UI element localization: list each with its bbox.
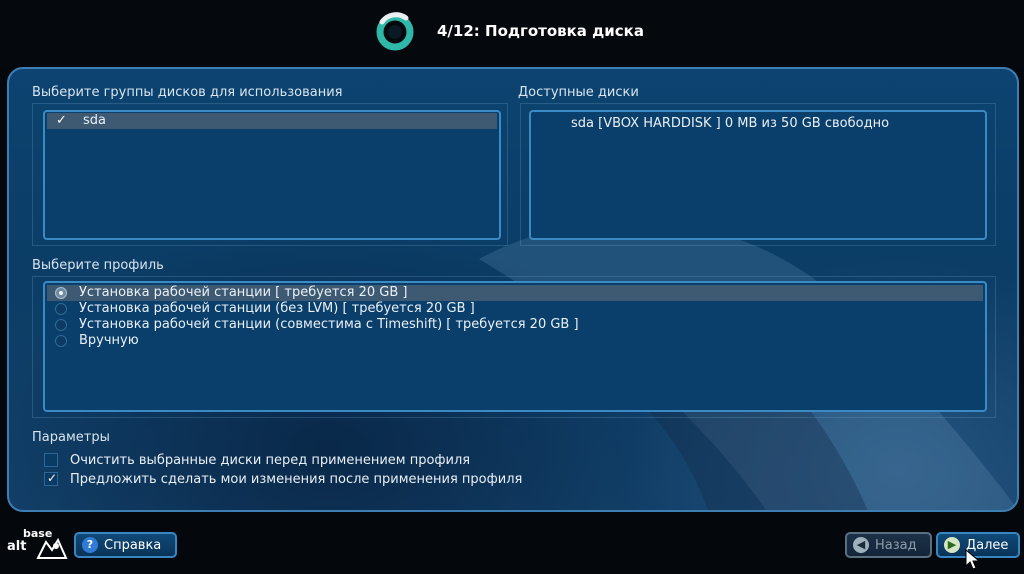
question-icon: ? bbox=[82, 537, 98, 553]
radio-icon[interactable] bbox=[55, 335, 67, 347]
disk-group-item-label: sda bbox=[83, 113, 106, 128]
checkmark-icon: ✓ bbox=[47, 471, 58, 485]
clear-disks-label: Очистить выбранные диски перед применени… bbox=[70, 453, 471, 468]
profile-list[interactable]: Установка рабочей станции [ требуется 20… bbox=[43, 281, 987, 412]
footer: base alt ? Справка ◀ Назад ▶ Далее bbox=[0, 512, 1024, 574]
suggest-changes-label: Предложить сделать мои изменения после п… bbox=[70, 472, 523, 487]
profile-option-label: Установка рабочей станции [ требуется 20… bbox=[79, 285, 408, 300]
clear-disks-option[interactable]: Очистить выбранные диски перед применени… bbox=[44, 452, 644, 470]
suggest-changes-checkbox[interactable]: ✓ bbox=[44, 471, 58, 486]
disk-groups-label: Выберите группы дисков для использования bbox=[32, 85, 343, 100]
clear-disks-checkbox[interactable] bbox=[44, 453, 58, 467]
profile-option[interactable]: Установка рабочей станции (без LVM) [ тр… bbox=[47, 301, 983, 317]
parameters-label: Параметры bbox=[32, 430, 110, 445]
profile-option[interactable]: Установка рабочей станции [ требуется 20… bbox=[47, 285, 983, 301]
radio-icon[interactable] bbox=[55, 319, 67, 331]
available-disk-item-sda[interactable]: sda [VBOX HARDDISK ] 0 MB из 50 GB свобо… bbox=[571, 116, 889, 131]
arrow-left-icon: ◀ bbox=[853, 537, 869, 553]
basealt-logo: base alt bbox=[5, 526, 71, 570]
mouse-cursor-icon bbox=[965, 549, 981, 570]
checkmark-icon[interactable]: ✓ bbox=[56, 113, 70, 129]
profile-option-label: Установка рабочей станции (без LVM) [ тр… bbox=[79, 301, 475, 316]
help-button-label: Справка bbox=[104, 538, 162, 553]
penguin-logo-icon bbox=[36, 537, 68, 559]
radio-selected-icon[interactable] bbox=[55, 287, 67, 299]
back-button[interactable]: ◀ Назад bbox=[845, 532, 932, 558]
profile-label: Выберите профиль bbox=[32, 258, 164, 273]
disk-group-item-sda[interactable]: ✓ sda bbox=[47, 113, 497, 129]
main-panel: Выберите группы дисков для использования… bbox=[7, 67, 1019, 512]
brand-bottom-text: alt bbox=[7, 539, 27, 554]
disk-groups-list[interactable]: ✓ sda bbox=[43, 110, 501, 240]
help-button[interactable]: ? Справка bbox=[74, 532, 177, 558]
radio-icon[interactable] bbox=[55, 303, 67, 315]
arrow-right-icon: ▶ bbox=[944, 537, 960, 553]
profile-option[interactable]: Вручную bbox=[47, 333, 983, 349]
back-button-label: Назад bbox=[875, 538, 917, 553]
available-disks-list[interactable]: sda [VBOX HARDDISK ] 0 MB из 50 GB свобо… bbox=[529, 110, 987, 240]
step-title: 4/12: Подготовка диска bbox=[437, 22, 644, 40]
header: 4/12: Подготовка диска bbox=[0, 0, 1024, 66]
installer-logo-icon bbox=[376, 12, 414, 51]
suggest-changes-option[interactable]: ✓ Предложить сделать мои изменения после… bbox=[44, 471, 644, 489]
profile-option-label: Вручную bbox=[79, 333, 139, 348]
profile-option-label: Установка рабочей станции (совместима с … bbox=[79, 317, 579, 332]
available-disks-label: Доступные диски bbox=[518, 85, 639, 100]
profile-option[interactable]: Установка рабочей станции (совместима с … bbox=[47, 317, 983, 333]
